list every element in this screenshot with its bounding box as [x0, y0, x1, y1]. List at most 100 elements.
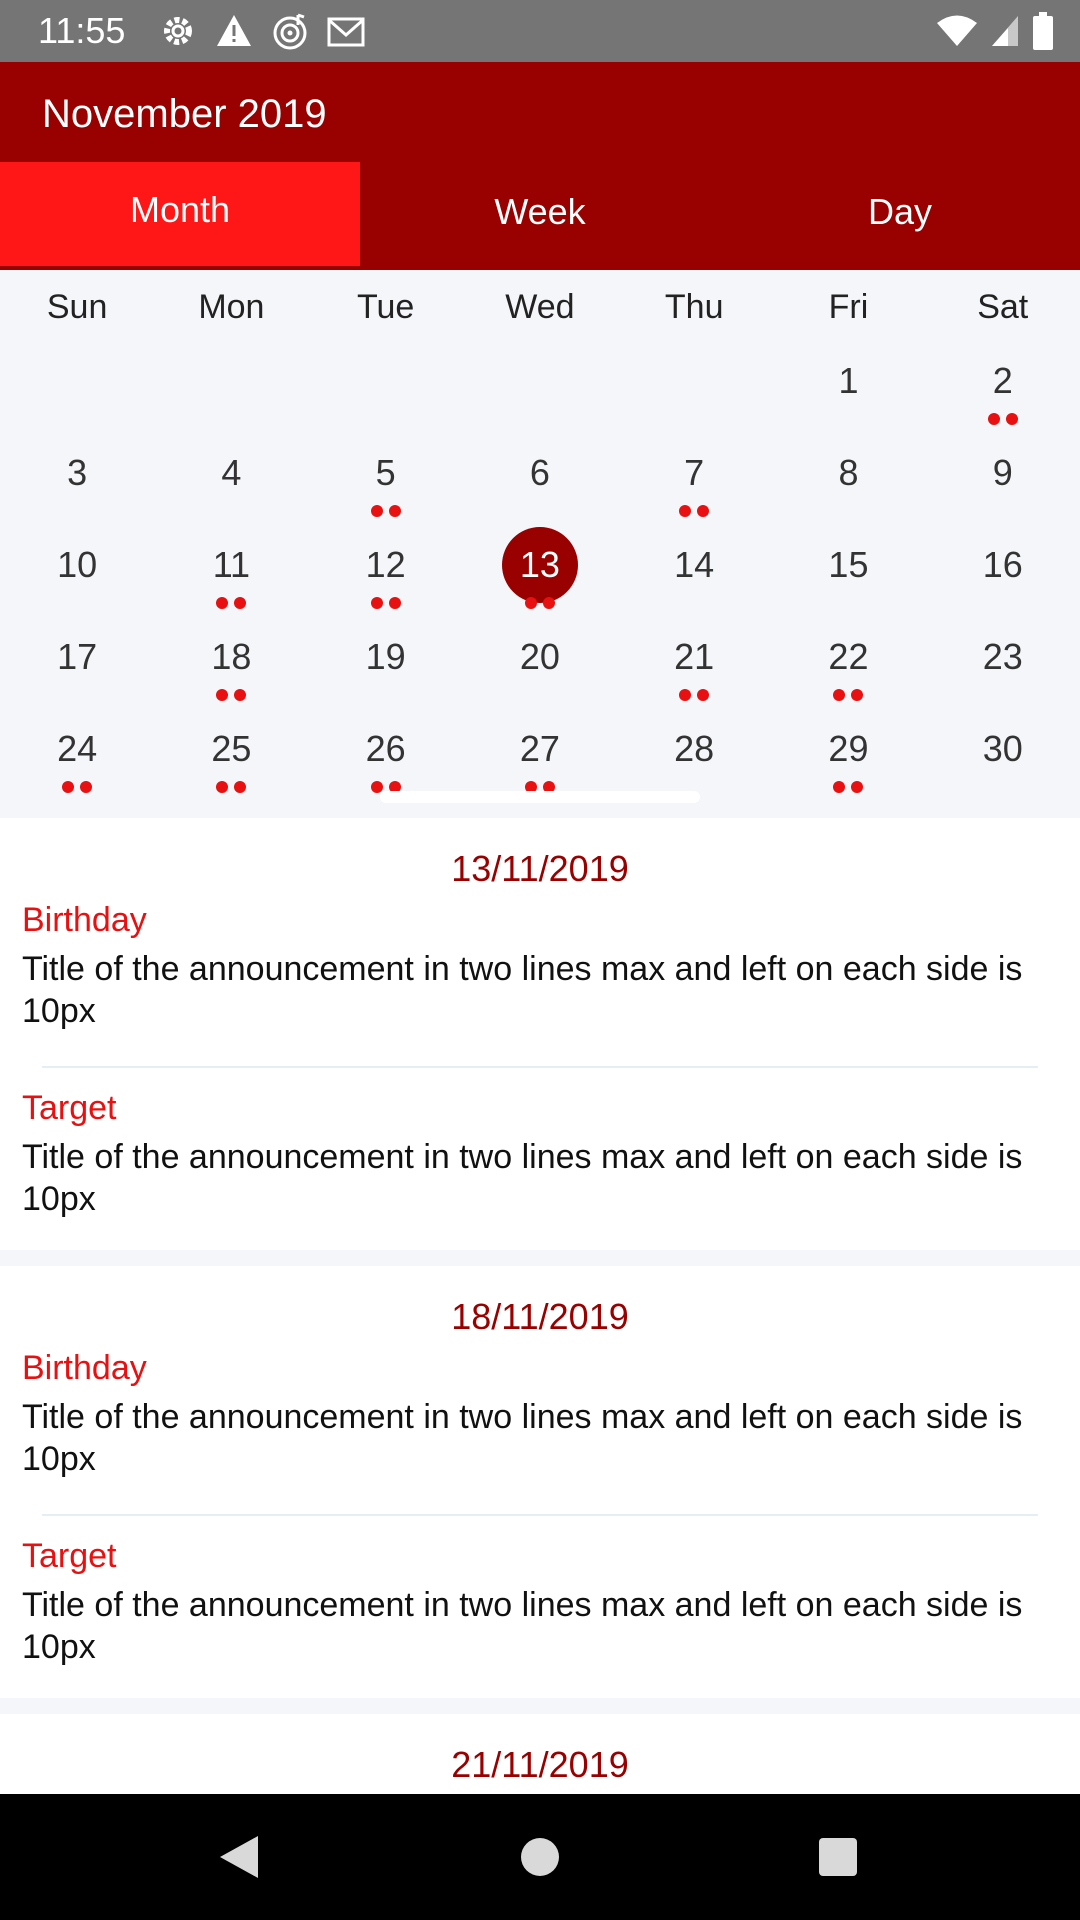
event-date-group: 18/11/2019 Birthday Title of the announcem…: [0, 1266, 1080, 1698]
calendar-week-row: 12: [0, 343, 1080, 435]
calendar-week-row: 17 18 19 20 21 22 23: [0, 619, 1080, 711]
day-number: 23: [982, 636, 1023, 677]
day-cell[interactable]: 5: [309, 435, 463, 527]
tab-week[interactable]: Week: [360, 162, 720, 270]
event-dot: [216, 597, 229, 609]
day-number: 20: [519, 636, 560, 677]
day-cell[interactable]: 17: [0, 619, 154, 711]
event-type: Target: [22, 1537, 117, 1575]
day-cell[interactable]: 24: [0, 711, 154, 803]
day-number: 30: [982, 728, 1023, 769]
day-number: 25: [211, 728, 252, 769]
day-cell: [154, 343, 308, 435]
day-cell[interactable]: 9: [926, 435, 1080, 527]
event-divider: [42, 1514, 1038, 1516]
event-dot: [234, 689, 247, 701]
day-number: [502, 343, 578, 419]
day-cell[interactable]: 6: [463, 435, 617, 527]
day-cell[interactable]: 10: [0, 527, 154, 619]
day-cell[interactable]: 21: [617, 619, 771, 711]
event-type: Birthday: [22, 901, 147, 939]
day-cell[interactable]: 7: [617, 435, 771, 527]
event-dot: [679, 505, 692, 517]
event-dot: [851, 689, 864, 701]
event-dot: [542, 597, 555, 609]
day-number: 27: [519, 728, 560, 769]
status-time: 11:55: [38, 10, 126, 51]
event-date-group: 13/11/2019 Birthday Title of the announcem…: [0, 818, 1080, 1250]
event-type: Birthday: [22, 1349, 147, 1387]
music-target-icon: [270, 11, 310, 51]
calendar-week-row: 24 25 26 27 28 29 30: [0, 711, 1080, 803]
day-cell[interactable]: 18: [154, 619, 308, 711]
day-cell[interactable]: 15: [771, 527, 925, 619]
day-cell[interactable]: 22: [771, 619, 925, 711]
recents-icon[interactable]: [817, 1834, 859, 1885]
event-type: Target: [22, 1089, 117, 1127]
event-title: Title of the announcement in two lines m…: [22, 1586, 1023, 1666]
day-cell[interactable]: 16: [926, 527, 1080, 619]
day-cell[interactable]: 11: [154, 527, 308, 619]
day-cell[interactable]: 8: [771, 435, 925, 527]
event-indicator-dots: [370, 505, 401, 517]
event-dot: [234, 781, 247, 793]
day-cell: [617, 343, 771, 435]
event-divider: [42, 1066, 1038, 1068]
day-cell[interactable]: 20: [463, 619, 617, 711]
day-cell[interactable]: 26: [309, 711, 463, 803]
event-dot: [833, 781, 846, 793]
day-number: 17: [57, 636, 98, 677]
event-item[interactable]: Birthday Title of the announcement in two…: [0, 898, 1080, 1052]
event-item[interactable]: Birthday Title of the announcement in two…: [0, 1346, 1080, 1500]
back-icon[interactable]: [218, 1834, 260, 1885]
wifi-icon: [936, 14, 978, 53]
navigation-bar: [0, 1794, 1080, 1920]
day-number: 26: [365, 728, 406, 769]
events-list[interactable]: 13/11/2019 Birthday Title of the announcem…: [0, 818, 1080, 1794]
day-cell[interactable]: 25: [154, 711, 308, 803]
day-number: 11: [212, 544, 251, 585]
day-cell[interactable]: 13: [463, 527, 617, 619]
day-cell[interactable]: 3: [0, 435, 154, 527]
weekday-label: Sat: [977, 288, 1029, 326]
day-cell[interactable]: 30: [926, 711, 1080, 803]
event-title: Title of the announcement in two lines m…: [22, 1398, 1023, 1478]
day-number: 19: [365, 636, 406, 677]
day-number: 4: [221, 452, 242, 493]
day-number: 3: [67, 452, 88, 493]
event-indicator-dots: [216, 597, 247, 609]
event-dot: [987, 413, 1000, 425]
day-cell[interactable]: 23: [926, 619, 1080, 711]
event-indicator-dots: [370, 597, 401, 609]
home-icon[interactable]: [519, 1834, 561, 1885]
day-number: 7: [684, 452, 705, 493]
day-cell[interactable]: 2: [926, 343, 1080, 435]
day-number: 1: [838, 360, 859, 401]
tab-month[interactable]: Month: [0, 162, 360, 266]
day-cell[interactable]: 29: [771, 711, 925, 803]
event-group-date: 21/11/2019: [451, 1744, 629, 1785]
event-dot: [388, 505, 401, 517]
day-cell[interactable]: 28: [617, 711, 771, 803]
calendar-drag-handle[interactable]: [380, 791, 700, 803]
event-indicator-dots: [679, 689, 710, 701]
day-cell[interactable]: 1: [771, 343, 925, 435]
event-title: Title of the announcement in two lines m…: [22, 950, 1023, 1030]
event-dot: [80, 781, 93, 793]
day-cell[interactable]: 14: [617, 527, 771, 619]
tab-day[interactable]: Day: [720, 162, 1080, 270]
day-cell[interactable]: 19: [309, 619, 463, 711]
weekday-label: Mon: [198, 288, 265, 326]
event-item[interactable]: Target Title of the announcement in two l…: [0, 1086, 1080, 1240]
gmail-icon: [326, 11, 366, 51]
event-dot: [216, 781, 229, 793]
event-item[interactable]: Target Title of the announcement in two l…: [0, 1534, 1080, 1688]
day-number: 10: [57, 544, 98, 585]
event-indicator-dots: [216, 689, 247, 701]
day-cell[interactable]: 27: [463, 711, 617, 803]
month-calendar: Sun Mon Tue Wed Thu Fri Sat 1 2 3 4 5 6 7 8 9 10 1…: [0, 270, 1080, 818]
day-cell[interactable]: 4: [154, 435, 308, 527]
day-cell[interactable]: 12: [309, 527, 463, 619]
event-dot: [216, 689, 229, 701]
weekday-label: Thu: [664, 288, 724, 326]
